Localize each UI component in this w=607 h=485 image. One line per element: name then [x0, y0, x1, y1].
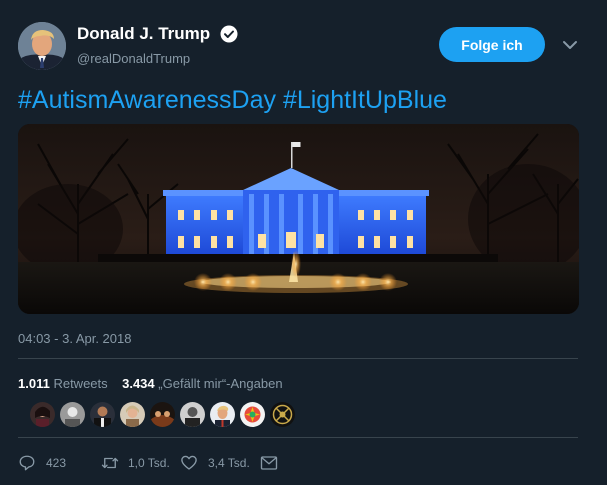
retweets-stat[interactable]: 1.011 Retweets [18, 376, 108, 391]
likes-stat[interactable]: 3.434 „Gefällt mir“-Angaben [122, 376, 282, 391]
like-count: 3,4 Tsd. [208, 456, 250, 470]
reply-action[interactable]: 423 [18, 453, 66, 473]
hashtag-light-it-up-blue[interactable]: #LightItUpBlue [283, 86, 447, 114]
reply-icon [19, 455, 35, 471]
engagement-stats: 1.011 Retweets 3.434 „Gefällt mir“-Angab… [18, 376, 283, 391]
like-action[interactable]: 3,4 Tsd. [180, 453, 250, 473]
tweet: Donald J. Trump @realDonaldTrump Folge i… [0, 0, 607, 485]
envelope-icon [260, 456, 278, 470]
likes-count: 3.434 [122, 376, 155, 391]
retweets-count: 1.011 [18, 376, 50, 391]
liker-avatar[interactable] [150, 402, 175, 427]
retweet-count: 1,0 Tsd. [128, 456, 170, 470]
liker-avatar[interactable] [210, 402, 235, 427]
following-button[interactable]: Folge ich [439, 27, 545, 62]
avatar-image [18, 22, 66, 70]
direct-message-action[interactable] [260, 453, 278, 473]
retweet-icon [101, 457, 119, 469]
white-house-blue-photo [18, 124, 579, 314]
divider [18, 437, 578, 438]
retweet-action[interactable]: 1,0 Tsd. [100, 453, 170, 473]
liker-avatar[interactable] [60, 402, 85, 427]
author-name[interactable]: Donald J. Trump [77, 24, 210, 44]
retweets-label: Retweets [53, 376, 108, 391]
tweet-text: #AutismAwarenessDay #LightItUpBlue [18, 86, 447, 115]
liker-avatar[interactable] [30, 402, 55, 427]
tweet-timestamp[interactable]: 04:03 - 3. Apr. 2018 [18, 331, 131, 346]
liker-avatar[interactable] [270, 402, 295, 427]
author-avatar[interactable] [18, 22, 66, 70]
liker-avatar[interactable] [120, 402, 145, 427]
heart-icon [181, 455, 197, 470]
verified-badge-icon [220, 25, 238, 43]
liker-avatar[interactable] [90, 402, 115, 427]
liker-avatars [30, 402, 295, 430]
likes-label: „Gefällt mir“-Angaben [158, 376, 283, 391]
author-handle[interactable]: @realDonaldTrump [77, 51, 190, 66]
chevron-down-icon[interactable] [561, 38, 579, 52]
liker-avatar[interactable] [180, 402, 205, 427]
divider [18, 358, 578, 359]
reply-count: 423 [46, 456, 67, 470]
hashtag-autism-awareness-day[interactable]: #AutismAwarenessDay [18, 86, 276, 114]
liker-avatar[interactable] [240, 402, 265, 427]
tweet-photo[interactable] [18, 124, 579, 314]
